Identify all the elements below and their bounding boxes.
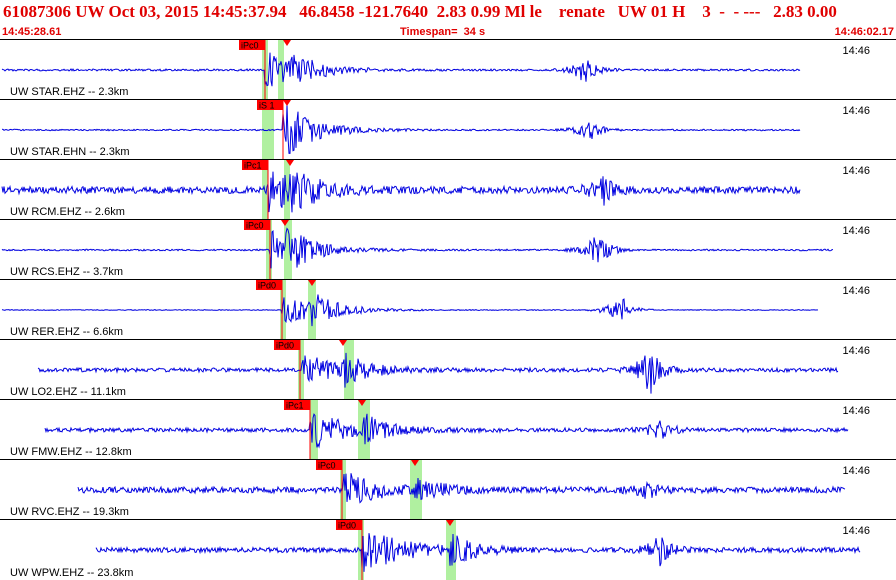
waveform-trace bbox=[1, 52, 801, 87]
channel-label: UW LO2.EHZ -- 11.1km bbox=[10, 386, 126, 398]
start-time: 14:45:28.61 bbox=[2, 26, 62, 38]
trace-panel[interactable]: iPc0 UW RVC.EHZ -- 19.3km 14:46 bbox=[0, 460, 896, 520]
end-time: 14:46:02.17 bbox=[834, 26, 894, 38]
timespan-label: Timespan= 34 s bbox=[400, 26, 486, 38]
trace-panel[interactable]: iPc1 UW FMW.EHZ -- 12.8km 14:46 bbox=[0, 400, 896, 460]
waveform-trace bbox=[44, 413, 849, 449]
time-tick-label: 14:46 bbox=[842, 165, 870, 177]
time-tick-label: 14:46 bbox=[842, 225, 870, 237]
time-tick-label: 14:46 bbox=[842, 465, 870, 477]
time-tick-label: 14:46 bbox=[842, 345, 870, 357]
waveform-trace bbox=[37, 352, 839, 394]
trace-panel[interactable]: iPd0 UW LO2.EHZ -- 11.1km 14:46 bbox=[0, 340, 896, 400]
time-tick-label: 14:46 bbox=[842, 105, 870, 117]
trace-panel[interactable]: iPd0 UW WPW.EHZ -- 23.8km 14:46 bbox=[0, 520, 896, 580]
trace-panel[interactable]: iPc1 UW RCM.EHZ -- 2.6km 14:46 bbox=[0, 160, 896, 220]
trace-panel[interactable]: iPd0 UW RER.EHZ -- 6.6km 14:46 bbox=[0, 280, 896, 340]
pick-flag-label: iPd0 bbox=[276, 341, 294, 351]
event-title: 61087306 UW Oct 03, 2015 14:45:37.94 46.… bbox=[3, 2, 837, 21]
waveform-plot[interactable]: iPc1 bbox=[0, 160, 896, 220]
pick-flag-label: iPd0 bbox=[258, 281, 276, 291]
trace-panel[interactable]: iPc0 UW STAR.EHZ -- 2.3km 14:46 bbox=[0, 40, 896, 100]
pick-flag-label: iPc0 bbox=[246, 221, 264, 231]
waveform-trace bbox=[1, 294, 819, 327]
waveform-trace bbox=[1, 227, 833, 269]
waveform-plot[interactable]: iPd0 bbox=[0, 520, 896, 580]
waveform-plot[interactable]: iS 1 bbox=[0, 100, 896, 160]
seismogram-panel-stack[interactable]: iPc0 UW STAR.EHZ -- 2.3km 14:46 iS 1 UW … bbox=[0, 40, 896, 580]
time-tick-label: 14:46 bbox=[842, 525, 870, 537]
waveform-trace bbox=[77, 473, 846, 504]
time-tick-label: 14:46 bbox=[842, 285, 870, 297]
waveform-plot[interactable]: iPc0 bbox=[0, 220, 896, 280]
pick-flag-label: iS 1 bbox=[259, 101, 275, 111]
channel-label: UW RCS.EHZ -- 3.7km bbox=[10, 266, 124, 278]
channel-label: UW WPW.EHZ -- 23.8km bbox=[10, 567, 134, 579]
event-header: 61087306 UW Oct 03, 2015 14:45:37.94 46.… bbox=[0, 0, 896, 40]
analysis-window[interactable] bbox=[308, 280, 316, 340]
s-pick-marker[interactable] bbox=[283, 100, 291, 106]
waveform-plot[interactable]: iPd0 bbox=[0, 280, 896, 340]
waveform-plot[interactable]: iPc1 bbox=[0, 400, 896, 460]
waveform-plot[interactable]: iPc0 bbox=[0, 40, 896, 100]
time-tick-label: 14:46 bbox=[842, 45, 870, 57]
channel-label: UW RCM.EHZ -- 2.6km bbox=[10, 206, 125, 218]
trace-panel[interactable]: iPc0 UW RCS.EHZ -- 3.7km 14:46 bbox=[0, 220, 896, 280]
pick-flag-label: iPc1 bbox=[244, 161, 262, 171]
channel-label: UW FMW.EHZ -- 12.8km bbox=[10, 446, 132, 458]
time-tick-label: 14:46 bbox=[842, 405, 870, 417]
channel-label: UW STAR.EHZ -- 2.3km bbox=[10, 86, 129, 98]
pick-flag-label: iPc0 bbox=[318, 461, 336, 471]
s-pick-marker[interactable] bbox=[283, 40, 291, 46]
channel-label: UW RER.EHZ -- 6.6km bbox=[10, 326, 124, 338]
pick-flag-label: iPc1 bbox=[286, 401, 304, 411]
channel-label: UW STAR.EHN -- 2.3km bbox=[10, 146, 130, 158]
waveform-plot[interactable]: iPc0 bbox=[0, 460, 896, 520]
pick-flag-label: iPd0 bbox=[338, 521, 356, 531]
waveform-trace bbox=[95, 533, 861, 572]
trace-panel[interactable]: iS 1 UW STAR.EHN -- 2.3km 14:46 bbox=[0, 100, 896, 160]
pick-flag-label: iPc0 bbox=[241, 41, 259, 51]
channel-label: UW RVC.EHZ -- 19.3km bbox=[10, 506, 129, 518]
waveform-plot[interactable]: iPd0 bbox=[0, 340, 896, 400]
